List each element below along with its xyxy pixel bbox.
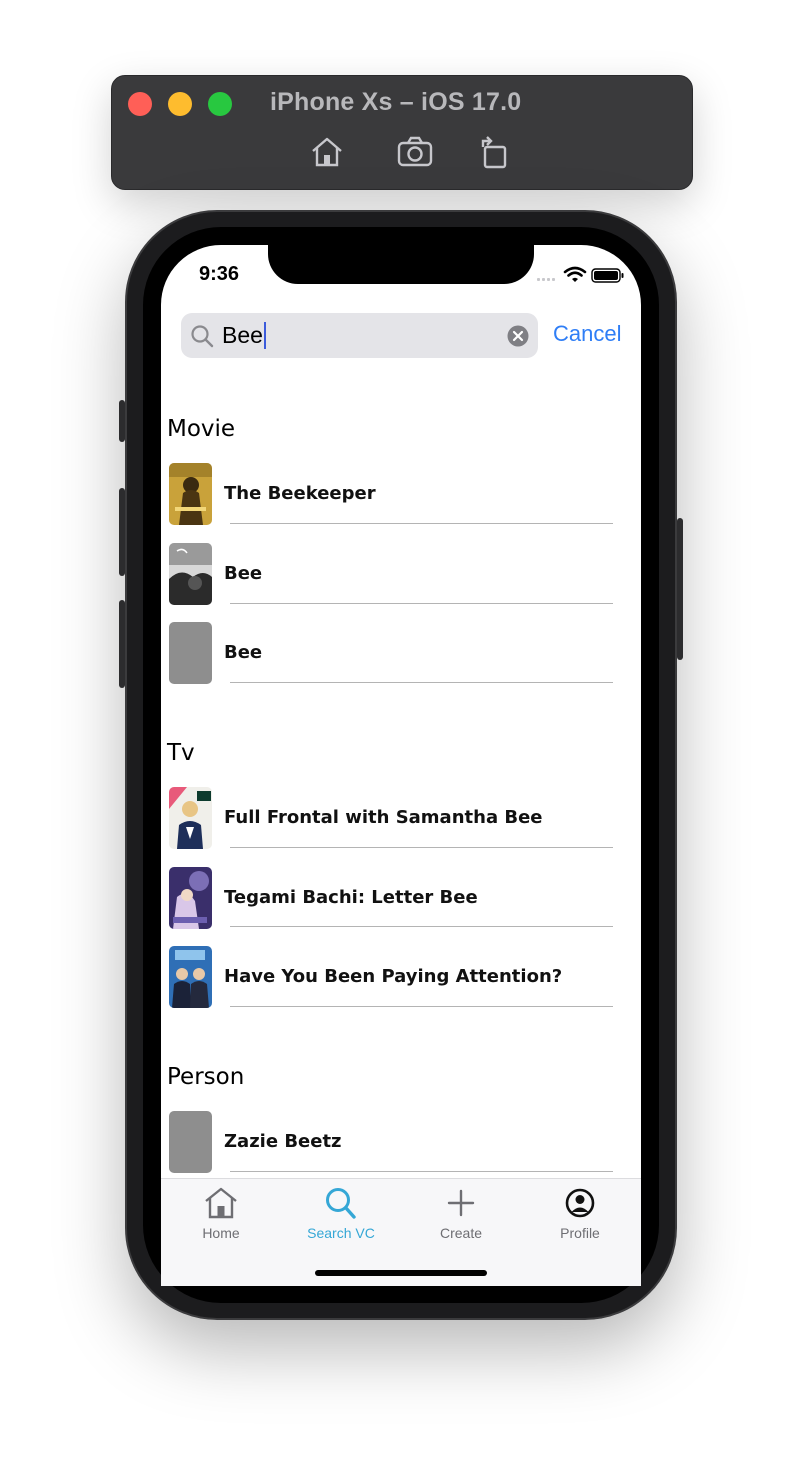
power-button [677,518,683,660]
separator [230,847,613,848]
list-item-title[interactable]: Have You Been Paying Attention? [224,966,562,987]
poster-beekeeper [169,463,212,525]
profile-icon[interactable] [562,1186,598,1220]
home-icon[interactable] [309,135,345,169]
poster-full-frontal [169,787,212,849]
screenshot-icon[interactable] [397,135,433,169]
separator [230,926,613,927]
separator [230,603,613,604]
notch [268,245,534,284]
plus-icon[interactable] [443,1186,479,1220]
minimize-window-button[interactable] [168,92,192,116]
search-icon [191,325,214,348]
search-query[interactable]: Bee [222,322,266,349]
close-window-button[interactable] [128,92,152,116]
list-item-title[interactable]: The Beekeeper [224,483,376,504]
wifi-icon [563,266,587,282]
tab-home[interactable]: Home [171,1225,271,1241]
list-item-title[interactable]: Full Frontal with Samantha Bee [224,807,543,828]
section-title-tv: Tv [167,740,195,766]
separator [230,1006,613,1007]
list-item-title[interactable]: Zazie Beetz [224,1131,342,1152]
separator [230,523,613,524]
home-indicator [315,1270,487,1276]
poster-bee-bw [169,543,212,605]
poster-hybpa [169,946,212,1008]
status-time: 9:36 [199,263,240,285]
zoom-window-button[interactable] [208,92,232,116]
tab-create[interactable]: Create [411,1225,511,1241]
poster-tegami-bachi [169,867,212,929]
list-item-title[interactable]: Bee [224,563,262,584]
section-title-movie: Movie [167,416,236,442]
signal-icon [537,278,555,281]
mute-switch [119,400,125,442]
volume-down-button [119,600,125,688]
status-icons [537,266,624,283]
tab-profile[interactable]: Profile [530,1225,630,1241]
person-placeholder [169,1111,212,1173]
cancel-button[interactable]: Cancel [553,321,621,347]
home-icon[interactable] [203,1186,239,1220]
list-item-title[interactable]: Tegami Bachi: Letter Bee [224,887,478,908]
separator [230,682,613,683]
volume-up-button [119,488,125,576]
simulator-title: iPhone Xs – iOS 17.0 [270,88,522,116]
battery-icon [591,268,624,283]
rotate-icon[interactable] [477,135,513,169]
tab-search-vc[interactable]: Search VC [291,1225,391,1241]
list-item-title[interactable]: Bee [224,642,262,663]
poster-placeholder [169,622,212,684]
search-icon[interactable] [323,1186,359,1220]
section-title-person: Person [167,1064,245,1090]
separator [230,1171,613,1172]
device-screen [161,245,641,1285]
clear-search-icon[interactable] [507,325,529,347]
